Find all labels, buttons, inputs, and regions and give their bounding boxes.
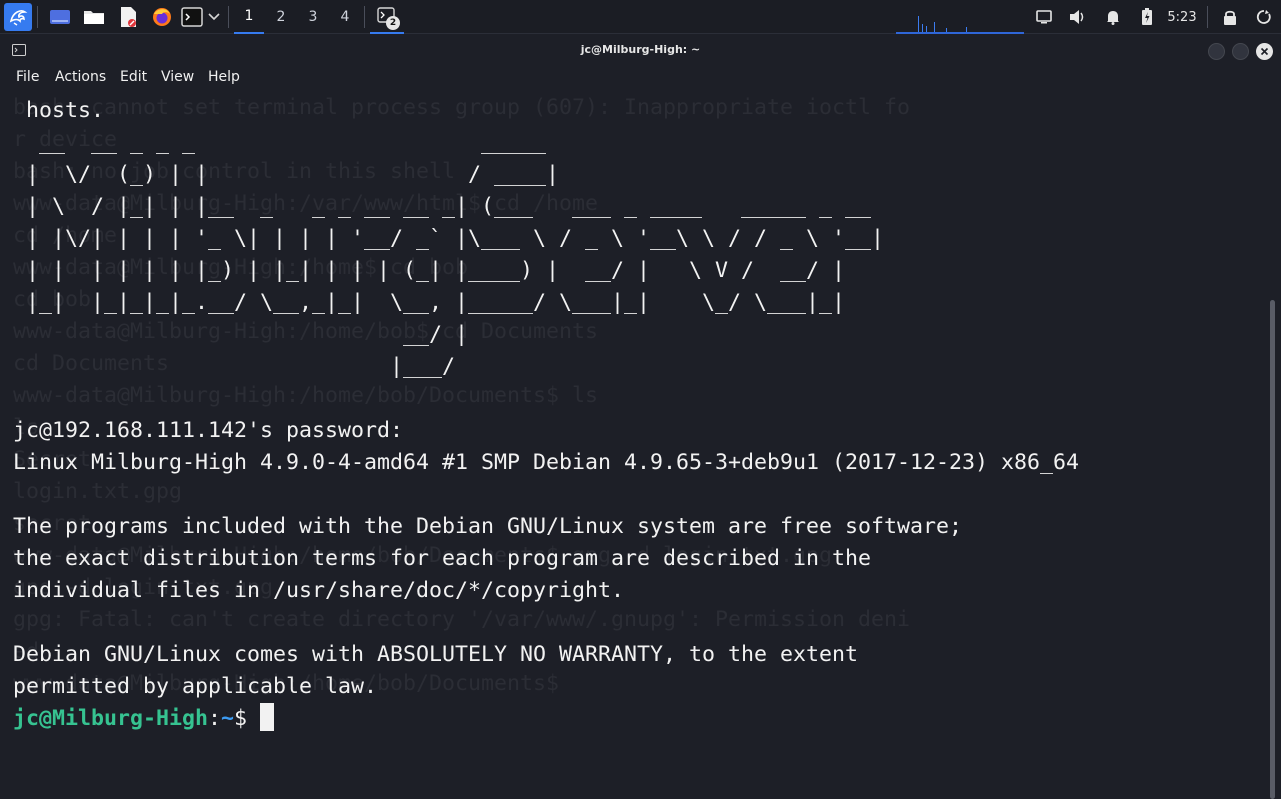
menu-bar: File Actions Edit View Help [0,66,1281,90]
workspace-4[interactable]: 4 [330,0,360,34]
workspace-3[interactable]: 3 [298,0,328,34]
display-icon[interactable] [1032,3,1056,31]
login-messages: jc@192.168.111.142's password: Linux Mil… [13,418,1080,699]
text-cursor [260,703,275,731]
volume-icon[interactable] [1066,3,1090,31]
lock-icon[interactable] [1218,3,1242,31]
close-button[interactable] [1256,43,1273,60]
menu-help[interactable]: Help [208,69,240,85]
show-desktop-icon[interactable] [46,3,74,31]
task-count-badge: 2 [386,16,400,30]
file-manager-icon[interactable] [80,3,108,31]
chevron-down-icon[interactable] [205,3,223,31]
minimize-button[interactable] [1208,43,1225,60]
cpu-graph [896,16,1024,34]
window-titlebar[interactable]: jc@Milburg-High: ~ [0,35,1281,66]
workspace-2[interactable]: 2 [266,0,296,34]
workspace-1[interactable]: 1 [234,0,264,34]
firefox-icon[interactable] [148,3,176,31]
menu-file[interactable]: File [16,69,39,85]
window-title: jc@Milburg-High: ~ [580,43,701,56]
battery-icon[interactable] [1135,3,1159,31]
taskbar-terminal-button[interactable]: 2 [370,0,404,34]
scrollbar-thumb[interactable] [1270,300,1275,799]
prompt-user: jc@Milburg-High [13,706,209,731]
ascii-art-banner: __ __ _ _ _ _____ | \/ (_) | | / ____| |… [26,130,885,379]
prompt-path: ~ [221,706,235,731]
terminal-icon[interactable] [180,3,204,31]
terminal-output: hosts. __ __ _ _ _ _____ | \/ (_) | | / … [13,95,1079,735]
text-editor-icon[interactable] [114,3,142,31]
maximize-button[interactable] [1232,43,1249,60]
top-panel: 1 2 3 4 2 5:23 [0,0,1281,34]
menu-view[interactable]: View [161,69,194,85]
terminal-area[interactable]: bash: cannot set terminal process group … [0,90,1268,799]
hosts-line: hosts. [13,98,105,123]
close-icon [1260,47,1269,56]
clock[interactable]: 5:23 [1164,0,1200,34]
notification-bell-icon[interactable] [1101,3,1125,31]
power-icon[interactable] [1252,3,1276,31]
shell-prompt[interactable]: jc@Milburg-High:~$ [13,703,275,731]
menu-edit[interactable]: Edit [120,69,147,85]
menu-actions[interactable]: Actions [55,69,106,85]
prompt-colon: : [208,706,222,731]
prompt-symbol: $ [234,706,261,731]
kali-dragon-icon[interactable] [4,3,32,31]
